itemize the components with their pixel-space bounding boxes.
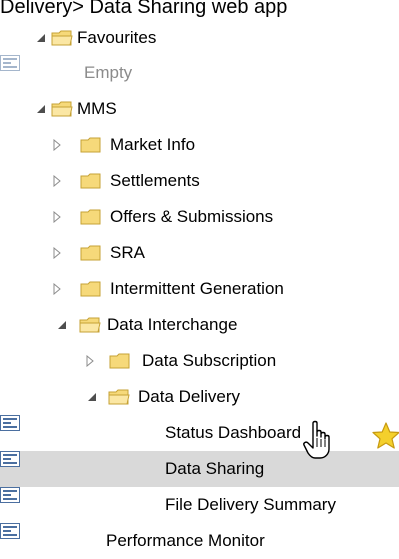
tree-item-empty[interactable]: Empty xyxy=(0,55,399,91)
tree-item-label: Settlements xyxy=(110,171,200,190)
folder-icon xyxy=(80,245,101,261)
hand-pointer-cursor-icon xyxy=(303,420,330,459)
collapsed-arrow-icon[interactable] xyxy=(51,247,63,259)
tree-item-label: Data Delivery xyxy=(138,387,241,406)
tree-item-market-info[interactable]: Market Info xyxy=(0,127,399,163)
folder-icon xyxy=(80,173,101,189)
favourite-star-icon[interactable] xyxy=(371,421,399,451)
expanded-arrow-icon[interactable] xyxy=(86,391,98,403)
folder-icon xyxy=(80,281,101,297)
collapsed-arrow-icon[interactable] xyxy=(51,139,63,151)
report-icon xyxy=(0,523,20,539)
expanded-arrow-icon[interactable] xyxy=(35,32,47,44)
report-icon xyxy=(0,55,20,71)
tree-item-label: File Delivery Summary xyxy=(165,495,336,514)
tree-item-label: Empty xyxy=(84,63,133,82)
tree-item-label: Data Subscription xyxy=(142,351,277,370)
tree-item-label: Data Interchange xyxy=(107,315,238,334)
tree-item-data-interchange[interactable]: Data Interchange xyxy=(0,307,399,343)
tree-item-label: Data Sharing xyxy=(165,459,265,478)
tree-item-data-subscription[interactable]: Data Subscription xyxy=(0,343,399,379)
tree-item-data-delivery[interactable]: Data Delivery xyxy=(0,379,399,415)
report-icon xyxy=(0,415,20,431)
collapsed-arrow-icon[interactable] xyxy=(51,175,63,187)
folder-open-icon xyxy=(108,389,130,405)
tree-item-data-sharing[interactable]: Data Sharing xyxy=(0,451,399,487)
tree-item-label: Status Dashboard xyxy=(165,423,302,442)
tree-item-sra[interactable]: SRA xyxy=(0,235,399,271)
tree-item-label: Offers & Submissions xyxy=(110,207,274,226)
tree-item-label: MMS xyxy=(77,99,117,118)
folder-icon xyxy=(80,209,101,225)
navigation-tree: Favourites Empty MMS Market Info Settlem… xyxy=(0,0,399,550)
tree-item-mms[interactable]: MMS xyxy=(0,91,399,127)
tree-item-label: Performance Monitor xyxy=(106,531,265,550)
collapsed-arrow-icon[interactable] xyxy=(51,211,63,223)
folder-icon xyxy=(109,353,130,369)
folder-icon xyxy=(80,137,101,153)
tree-item-label: Intermittent Generation xyxy=(110,279,284,298)
folder-open-icon xyxy=(79,317,101,333)
tree-item-favourites[interactable]: Favourites xyxy=(0,20,399,56)
collapsed-arrow-icon[interactable] xyxy=(51,283,63,295)
tree-item-settlements[interactable]: Settlements xyxy=(0,163,399,199)
folder-icon xyxy=(51,30,73,46)
tree-item-label: Favourites xyxy=(77,28,157,47)
tree-item-file-delivery-summary[interactable]: File Delivery Summary xyxy=(0,487,399,523)
tree-item-label: Market Info xyxy=(110,135,196,154)
tree-item-intermittent-generation[interactable]: Intermittent Generation xyxy=(0,271,399,307)
tree-item-offers-submissions[interactable]: Offers & Submissions xyxy=(0,199,399,235)
expanded-arrow-icon[interactable] xyxy=(56,319,68,331)
report-icon xyxy=(0,451,20,467)
tree-item-performance-monitor[interactable]: Performance Monitor xyxy=(0,523,399,559)
tree-item-status-dashboard[interactable]: Status Dashboard xyxy=(0,415,399,451)
collapsed-arrow-icon[interactable] xyxy=(84,355,96,367)
report-icon xyxy=(0,487,20,503)
folder-icon xyxy=(51,101,73,117)
tree-item-label: SRA xyxy=(110,243,145,262)
expanded-arrow-icon[interactable] xyxy=(35,103,47,115)
